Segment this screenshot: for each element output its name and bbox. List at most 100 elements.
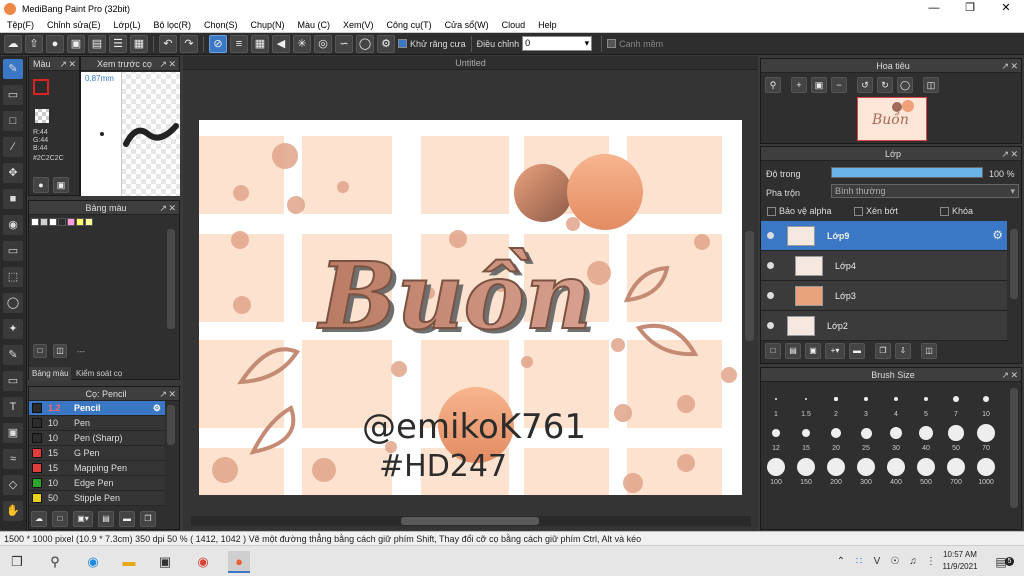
- visibility-icon[interactable]: [767, 322, 774, 329]
- main-color-swatch[interactable]: [33, 79, 49, 95]
- layer-scrollbar[interactable]: [1010, 229, 1018, 299]
- clip-option[interactable]: Xén bớt: [854, 206, 898, 216]
- hand-tool-icon[interactable]: ✋: [3, 501, 23, 521]
- rotate-left-icon[interactable]: ↺: [857, 77, 873, 93]
- notification-icon[interactable]: ▤ 5: [990, 551, 1014, 573]
- chat-icon[interactable]: ●: [46, 34, 64, 53]
- select-pen-tool-icon[interactable]: ✎: [3, 345, 23, 365]
- brush-size-cell[interactable]: 7: [941, 388, 971, 418]
- palette-swatch[interactable]: [58, 218, 66, 226]
- clip-checkbox[interactable]: [854, 206, 863, 216]
- menu-select[interactable]: Chọn(S): [199, 20, 246, 30]
- duplicate-icon[interactable]: ❐: [140, 511, 156, 527]
- popout-icon[interactable]: ↗: [159, 57, 167, 71]
- dropper-tool-icon[interactable]: ◇: [3, 475, 23, 495]
- layer-row[interactable]: Lớp3: [761, 281, 1007, 311]
- bucket-tool-icon[interactable]: ◉: [3, 215, 23, 235]
- reset-rotation-icon[interactable]: ◯: [897, 77, 913, 93]
- layer-settings-icon[interactable]: ⚙: [992, 228, 1003, 242]
- windows-start-icon[interactable]: ❒: [6, 551, 28, 573]
- rectangle-tool-icon[interactable]: □: [3, 111, 23, 131]
- text-tool-icon[interactable]: T: [3, 397, 23, 417]
- pen-row[interactable]: 10 Pen (Sharp): [29, 431, 165, 446]
- brush-size-cell[interactable]: 70: [971, 422, 1001, 452]
- flip-icon[interactable]: ◫: [923, 77, 939, 93]
- upload-icon[interactable]: ⇧: [25, 34, 43, 53]
- brush-size-cell[interactable]: 1.5: [791, 388, 821, 418]
- lock-checkbox[interactable]: [940, 206, 949, 216]
- fit-icon[interactable]: ▣: [811, 77, 827, 93]
- sub-color-swatch[interactable]: [35, 109, 49, 123]
- delete-swatch-icon[interactable]: ◫: [53, 344, 67, 358]
- page-icon[interactable]: ▤: [88, 34, 106, 53]
- add-layer-menu-icon[interactable]: +▾: [825, 343, 845, 359]
- popout-icon[interactable]: ↗: [1001, 147, 1009, 161]
- brush-size-cell[interactable]: 500: [911, 456, 941, 486]
- minimize-icon[interactable]: —: [917, 0, 951, 17]
- circle-snap-icon[interactable]: ◎: [314, 34, 332, 53]
- medibang-taskbar-icon[interactable]: ●: [228, 551, 250, 573]
- radial-snap-icon[interactable]: ✳: [293, 34, 311, 53]
- copy-brush-icon[interactable]: ▤: [98, 511, 114, 527]
- snap-soft-checkbox[interactable]: [607, 39, 617, 48]
- menu-tools[interactable]: Công cụ(T): [382, 20, 440, 30]
- menu-cloud[interactable]: Cloud: [497, 20, 534, 30]
- close-icon[interactable]: ✕: [1010, 147, 1018, 161]
- antialias-checkbox[interactable]: [398, 39, 407, 48]
- magic-wand-tool-icon[interactable]: ✦: [3, 319, 23, 339]
- snap-settings-icon[interactable]: ⚙: [377, 34, 395, 53]
- undo-icon[interactable]: ↶: [159, 34, 177, 53]
- eraser-tool-icon[interactable]: ▭: [3, 85, 23, 105]
- select-rect-tool-icon[interactable]: ⬚: [3, 267, 23, 287]
- palette-swatch[interactable]: [49, 218, 57, 226]
- edge-browser-icon[interactable]: ◉: [82, 551, 104, 573]
- redo-icon[interactable]: ↷: [180, 34, 198, 53]
- layer-row[interactable]: Lớp9 ⚙: [761, 221, 1007, 251]
- blend-select[interactable]: Bình thường ▾: [831, 184, 1019, 198]
- brush-size-cell[interactable]: 25: [851, 422, 881, 452]
- zoom-in-icon[interactable]: +: [791, 77, 807, 93]
- clock[interactable]: 10:57 AM 11/9/2021: [938, 549, 982, 573]
- palette-swatch[interactable]: [40, 218, 48, 226]
- file-explorer-icon[interactable]: ▬: [118, 551, 140, 573]
- tab-palette[interactable]: Bảng màu: [29, 367, 72, 381]
- brush-size-cell[interactable]: 15: [791, 422, 821, 452]
- new-layer-icon[interactable]: □: [765, 343, 781, 359]
- brush-size-scrollbar[interactable]: [1010, 388, 1018, 508]
- brush-size-cell[interactable]: 4: [881, 388, 911, 418]
- cloud-icon[interactable]: ☁: [4, 34, 22, 53]
- brush-size-cell[interactable]: 30: [881, 422, 911, 452]
- curve-snap-icon[interactable]: ∽: [335, 34, 353, 53]
- folder-icon[interactable]: ▬: [119, 511, 135, 527]
- menu-view[interactable]: Xem(V): [338, 20, 382, 30]
- close-icon[interactable]: ✕: [68, 57, 76, 71]
- correction-select[interactable]: 0 ▾: [522, 36, 593, 51]
- pen-row[interactable]: 15 Mapping Pen: [29, 461, 165, 476]
- close-icon[interactable]: ✕: [1010, 59, 1018, 73]
- menu-color[interactable]: Màu (C): [293, 20, 339, 30]
- move-tool-icon[interactable]: ✥: [3, 163, 23, 183]
- artwork[interactable]: Buồn Buồn @emikoK761 #HD247: [199, 120, 742, 495]
- rotate-right-icon[interactable]: ↻: [877, 77, 893, 93]
- pen-scrollbar[interactable]: [167, 405, 175, 445]
- chrome-icon[interactable]: ◉: [192, 551, 214, 573]
- antialias-option[interactable]: Khử răng cưa: [398, 39, 466, 49]
- cloud-brush-icon[interactable]: ☁: [31, 511, 47, 527]
- zoom-out-icon[interactable]: −: [831, 77, 847, 93]
- menu-file[interactable]: Tệp(F): [2, 20, 42, 30]
- new-halftone-layer-icon[interactable]: ▣: [805, 343, 821, 359]
- brush-size-cell[interactable]: 1000: [971, 456, 1001, 486]
- pen-row[interactable]: 10 Edge Pen: [29, 476, 165, 491]
- brush-size-cell[interactable]: 150: [791, 456, 821, 486]
- new-color-layer-icon[interactable]: ▤: [785, 343, 801, 359]
- snap-soft-option[interactable]: Canh mềm: [607, 39, 663, 49]
- brush-size-cell[interactable]: 3: [851, 388, 881, 418]
- frame-tool-icon[interactable]: ▣: [3, 423, 23, 443]
- palette-swatch[interactable]: [31, 218, 39, 226]
- palette-scrollbar[interactable]: [167, 229, 175, 329]
- protect-alpha-option[interactable]: Bảo vệ alpha: [767, 206, 832, 216]
- lock-option[interactable]: Khóa: [940, 206, 973, 216]
- grid-icon[interactable]: ▦: [130, 34, 148, 53]
- brush-size-cell[interactable]: 50: [941, 422, 971, 452]
- brush-size-cell[interactable]: 2: [821, 388, 851, 418]
